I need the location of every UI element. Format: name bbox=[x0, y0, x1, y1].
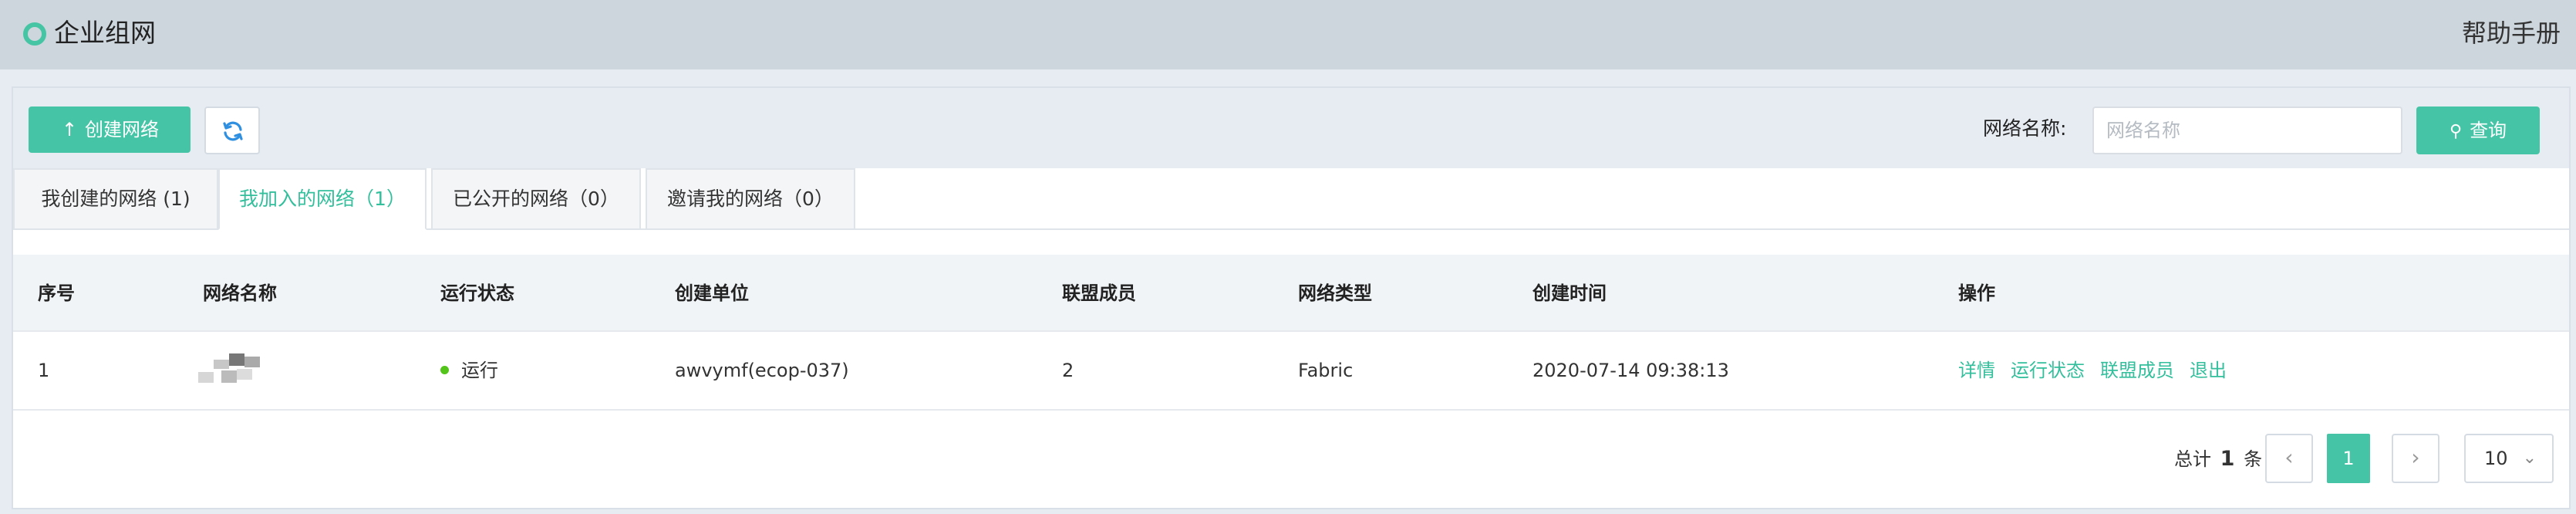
prev-page-button[interactable]: ‹ bbox=[2265, 434, 2313, 483]
column-header-type: 网络类型 bbox=[1298, 282, 1372, 304]
action-details-link[interactable]: 详情 bbox=[1958, 360, 1995, 381]
refresh-icon bbox=[223, 121, 243, 141]
status-dot-icon bbox=[440, 365, 449, 374]
column-header-created-time: 创建时间 bbox=[1532, 282, 1607, 304]
total-count: 1 bbox=[2220, 447, 2235, 471]
refresh-button[interactable] bbox=[204, 107, 260, 154]
row-status: 运行 bbox=[440, 332, 498, 409]
tab-public-networks[interactable]: 已公开的网络（0） bbox=[431, 168, 641, 228]
search-icon: ⚲ bbox=[2449, 122, 2463, 141]
row-creator: awvymf(ecop-037) bbox=[675, 360, 849, 381]
network-name-redacted bbox=[198, 353, 283, 387]
network-name-input[interactable] bbox=[2092, 107, 2402, 154]
ring-logo-icon bbox=[23, 22, 46, 46]
next-page-button[interactable]: › bbox=[2392, 434, 2439, 483]
column-header-name: 网络名称 bbox=[203, 282, 277, 304]
app-title: 企业组网 bbox=[54, 18, 156, 48]
column-header-status: 运行状态 bbox=[440, 282, 514, 304]
network-tabs: 我创建的网络 (1) 我加入的网络（1） 已公开的网络（0） 邀请我的网络（0） bbox=[13, 168, 2569, 230]
chevron-down-icon: ⌄ bbox=[2522, 448, 2537, 468]
total-prefix: 总计 bbox=[2174, 448, 2211, 470]
network-name-label: 网络名称: bbox=[1983, 117, 2067, 140]
table-header: 序号 网络名称 运行状态 创建单位 联盟成员 网络类型 创建时间 操作 bbox=[13, 255, 2569, 332]
column-header-actions: 操作 bbox=[1958, 282, 1995, 304]
page-size-select[interactable]: 10 ⌄ bbox=[2464, 434, 2554, 483]
action-exit-link[interactable]: 退出 bbox=[2190, 360, 2227, 381]
pagination: 总计 1 条 ‹ 1 › 10 ⌄ bbox=[13, 411, 2569, 511]
column-header-index: 序号 bbox=[38, 282, 75, 304]
row-created-time: 2020-07-14 09:38:13 bbox=[1532, 360, 1729, 381]
create-network-button[interactable]: ↑ 创建网络 bbox=[29, 107, 191, 153]
column-header-creator: 创建单位 bbox=[675, 282, 749, 304]
query-label: 查询 bbox=[2470, 120, 2507, 141]
create-network-label: 创建网络 bbox=[85, 119, 159, 140]
chevron-right-icon: › bbox=[2411, 445, 2420, 470]
tab-invited-networks[interactable]: 邀请我的网络（0） bbox=[646, 168, 855, 228]
top-bar: 企业组网 帮助手册 bbox=[0, 0, 2576, 69]
tab-created-networks[interactable]: 我创建的网络 (1) bbox=[13, 168, 218, 228]
row-status-text: 运行 bbox=[461, 360, 498, 381]
toolbar: ↑ 创建网络 网络名称: ⚲ 查询 bbox=[13, 88, 2569, 168]
page-size-value: 10 bbox=[2484, 448, 2508, 469]
total-count-text: 总计 1 条 bbox=[2174, 446, 2262, 472]
help-manual-link[interactable]: 帮助手册 bbox=[2462, 15, 2561, 51]
total-suffix: 条 bbox=[2244, 448, 2263, 470]
row-actions: 详情 运行状态 联盟成员 退出 bbox=[1958, 332, 2242, 409]
network-panel: ↑ 创建网络 网络名称: ⚲ 查询 我创建的网络 (1) 我加入的网络（1） 已公开… bbox=[12, 86, 2571, 509]
action-run-status-link[interactable]: 运行状态 bbox=[2011, 360, 2085, 381]
arrow-up-icon: ↑ bbox=[61, 119, 78, 140]
tab-joined-networks[interactable]: 我加入的网络（1） bbox=[218, 168, 427, 230]
query-button[interactable]: ⚲ 查询 bbox=[2416, 107, 2540, 154]
table-row: 1 运行 awvymf(ecop-037) 2 Fabric 2020-07-1… bbox=[13, 332, 2569, 411]
row-type: Fabric bbox=[1298, 360, 1354, 381]
action-members-link[interactable]: 联盟成员 bbox=[2100, 360, 2174, 381]
column-header-members: 联盟成员 bbox=[1062, 282, 1136, 304]
row-members: 2 bbox=[1062, 360, 1074, 381]
row-index: 1 bbox=[38, 360, 50, 381]
current-page-button[interactable]: 1 bbox=[2327, 434, 2370, 483]
chevron-left-icon: ‹ bbox=[2284, 445, 2294, 470]
